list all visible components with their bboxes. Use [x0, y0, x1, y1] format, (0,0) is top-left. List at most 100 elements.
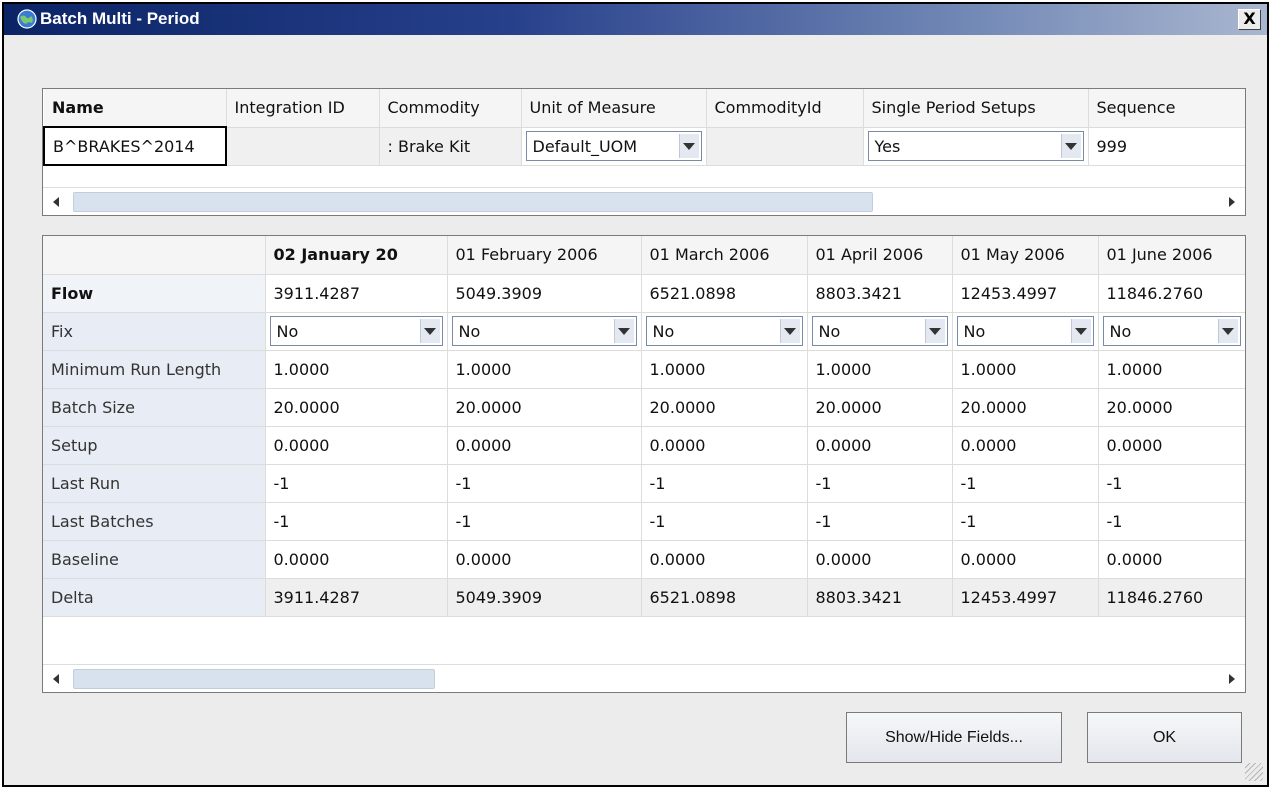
period-value-cell[interactable]: 1.0000 [447, 350, 642, 389]
period-value-cell[interactable]: 0.0000 [807, 540, 953, 579]
period-value-cell[interactable]: 0.0000 [952, 540, 1099, 579]
period-value-cell[interactable]: 20.0000 [447, 388, 642, 427]
fix-select[interactable]: No [956, 316, 1094, 346]
period-value-cell[interactable]: 12453.4997 [952, 578, 1099, 617]
fix-cell: No [807, 312, 953, 351]
period-value-cell[interactable]: 1.0000 [265, 350, 448, 389]
item-grid-horizontal-scrollbar[interactable] [43, 187, 1245, 215]
period-value-cell[interactable]: -1 [952, 502, 1099, 541]
chevron-down-icon[interactable] [678, 134, 699, 158]
fix-select[interactable]: No [811, 316, 948, 346]
period-value-cell[interactable]: 5049.3909 [447, 274, 642, 313]
period-value-cell[interactable]: 6521.0898 [641, 578, 808, 617]
period-value-cell[interactable]: 3911.4287 [265, 274, 448, 313]
period-value-cell[interactable]: 0.0000 [265, 426, 448, 465]
period-value-cell[interactable]: 20.0000 [265, 388, 448, 427]
period-value-cell[interactable]: -1 [1098, 464, 1245, 503]
column-header-name[interactable]: Name [44, 89, 227, 128]
period-value-cell[interactable]: 20.0000 [952, 388, 1099, 427]
period-value-cell[interactable]: 5049.3909 [447, 578, 642, 617]
row-header: Delta [43, 578, 266, 617]
period-value-cell[interactable]: 12453.4997 [952, 274, 1099, 313]
ok-button[interactable]: OK [1087, 712, 1242, 763]
period-column-header[interactable]: 01 March 2006 [641, 236, 808, 275]
chevron-down-icon[interactable] [1070, 319, 1091, 343]
period-value-cell[interactable]: -1 [641, 502, 808, 541]
period-value-cell[interactable]: 1.0000 [1098, 350, 1245, 389]
unit-of-measure-select[interactable]: Default_UOM [525, 131, 702, 161]
globe-icon [17, 9, 37, 29]
period-value-cell[interactable]: 20.0000 [807, 388, 953, 427]
period-value-cell[interactable]: 1.0000 [952, 350, 1099, 389]
fix-select[interactable]: No [451, 316, 637, 346]
column-header-sequence[interactable]: Sequence [1088, 89, 1245, 128]
fix-select[interactable]: No [269, 316, 443, 346]
resize-grip-icon[interactable] [1245, 763, 1263, 781]
period-value-cell[interactable]: 0.0000 [641, 540, 808, 579]
chevron-down-icon[interactable] [779, 319, 800, 343]
period-value-cell[interactable]: 20.0000 [1098, 388, 1245, 427]
period-column-header[interactable]: 01 February 2006 [447, 236, 642, 275]
arrow-left-icon[interactable] [45, 668, 67, 690]
arrow-left-icon[interactable] [45, 191, 67, 213]
item-grid-header-row: Name Integration ID Commodity Unit of Me… [44, 89, 1245, 128]
period-value-cell[interactable]: 3911.4287 [265, 578, 448, 617]
arrow-right-icon[interactable] [1221, 668, 1243, 690]
arrow-right-icon[interactable] [1221, 191, 1243, 213]
chevron-down-icon[interactable] [1217, 319, 1238, 343]
period-value-cell[interactable]: 0.0000 [952, 426, 1099, 465]
chevron-down-icon[interactable] [613, 319, 634, 343]
period-column-header[interactable]: 01 May 2006 [952, 236, 1099, 275]
chevron-down-icon[interactable] [924, 319, 945, 343]
period-column-header[interactable]: 01 June 2006 [1098, 236, 1245, 275]
period-value-cell[interactable]: -1 [641, 464, 808, 503]
commodity-cell[interactable]: : Brake Kit [379, 127, 522, 166]
title-bar[interactable]: Batch Multi - Period X [4, 4, 1267, 35]
scrollbar-thumb[interactable] [73, 669, 435, 689]
sequence-cell[interactable]: 999 [1088, 127, 1245, 166]
period-value-cell[interactable]: 0.0000 [807, 426, 953, 465]
period-value-cell[interactable]: 6521.0898 [641, 274, 808, 313]
row-header: Minimum Run Length [43, 350, 266, 389]
period-value-cell[interactable]: -1 [447, 464, 642, 503]
chevron-down-icon[interactable] [419, 319, 440, 343]
period-value-cell[interactable]: -1 [447, 502, 642, 541]
period-value-cell[interactable]: 8803.3421 [807, 578, 953, 617]
integration-id-cell[interactable] [226, 127, 380, 166]
close-button[interactable]: X [1238, 9, 1261, 30]
commodity-id-cell[interactable] [706, 127, 864, 166]
period-value-cell[interactable]: 11846.2760 [1098, 578, 1245, 617]
period-value-cell[interactable]: -1 [807, 464, 953, 503]
fix-select[interactable]: No [645, 316, 803, 346]
period-value-cell[interactable]: 1.0000 [641, 350, 808, 389]
period-column-header[interactable]: 01 April 2006 [807, 236, 953, 275]
period-value-cell[interactable]: -1 [265, 502, 448, 541]
column-header-commodity-id[interactable]: CommodityId [706, 89, 864, 128]
column-header-integration-id[interactable]: Integration ID [226, 89, 380, 128]
period-value-cell[interactable]: 11846.2760 [1098, 274, 1245, 313]
period-value-cell[interactable]: -1 [265, 464, 448, 503]
period-value-cell[interactable]: -1 [952, 464, 1099, 503]
chevron-down-icon[interactable] [1060, 134, 1081, 158]
show-hide-fields-button[interactable]: Show/Hide Fields... [846, 712, 1062, 763]
period-value-cell[interactable]: 0.0000 [1098, 540, 1245, 579]
period-value-cell[interactable]: 20.0000 [641, 388, 808, 427]
period-grid-horizontal-scrollbar[interactable] [43, 664, 1245, 692]
period-value-cell[interactable]: 0.0000 [447, 426, 642, 465]
period-value-cell[interactable]: 0.0000 [447, 540, 642, 579]
period-value-cell[interactable]: 0.0000 [641, 426, 808, 465]
period-column-header[interactable]: 02 January 20 [265, 236, 448, 275]
column-header-unit-of-measure[interactable]: Unit of Measure [521, 89, 707, 128]
period-value-cell[interactable]: -1 [1098, 502, 1245, 541]
fix-select[interactable]: No [1102, 316, 1241, 346]
period-value-cell[interactable]: -1 [807, 502, 953, 541]
single-period-setups-select[interactable]: Yes [867, 131, 1084, 161]
period-value-cell[interactable]: 1.0000 [807, 350, 953, 389]
period-value-cell[interactable]: 0.0000 [1098, 426, 1245, 465]
column-header-single-period-setups[interactable]: Single Period Setups [863, 89, 1089, 128]
column-header-commodity[interactable]: Commodity [379, 89, 522, 128]
name-cell[interactable]: B^BRAKES^2014 [43, 126, 227, 166]
period-value-cell[interactable]: 0.0000 [265, 540, 448, 579]
scrollbar-thumb[interactable] [73, 192, 873, 212]
period-value-cell[interactable]: 8803.3421 [807, 274, 953, 313]
